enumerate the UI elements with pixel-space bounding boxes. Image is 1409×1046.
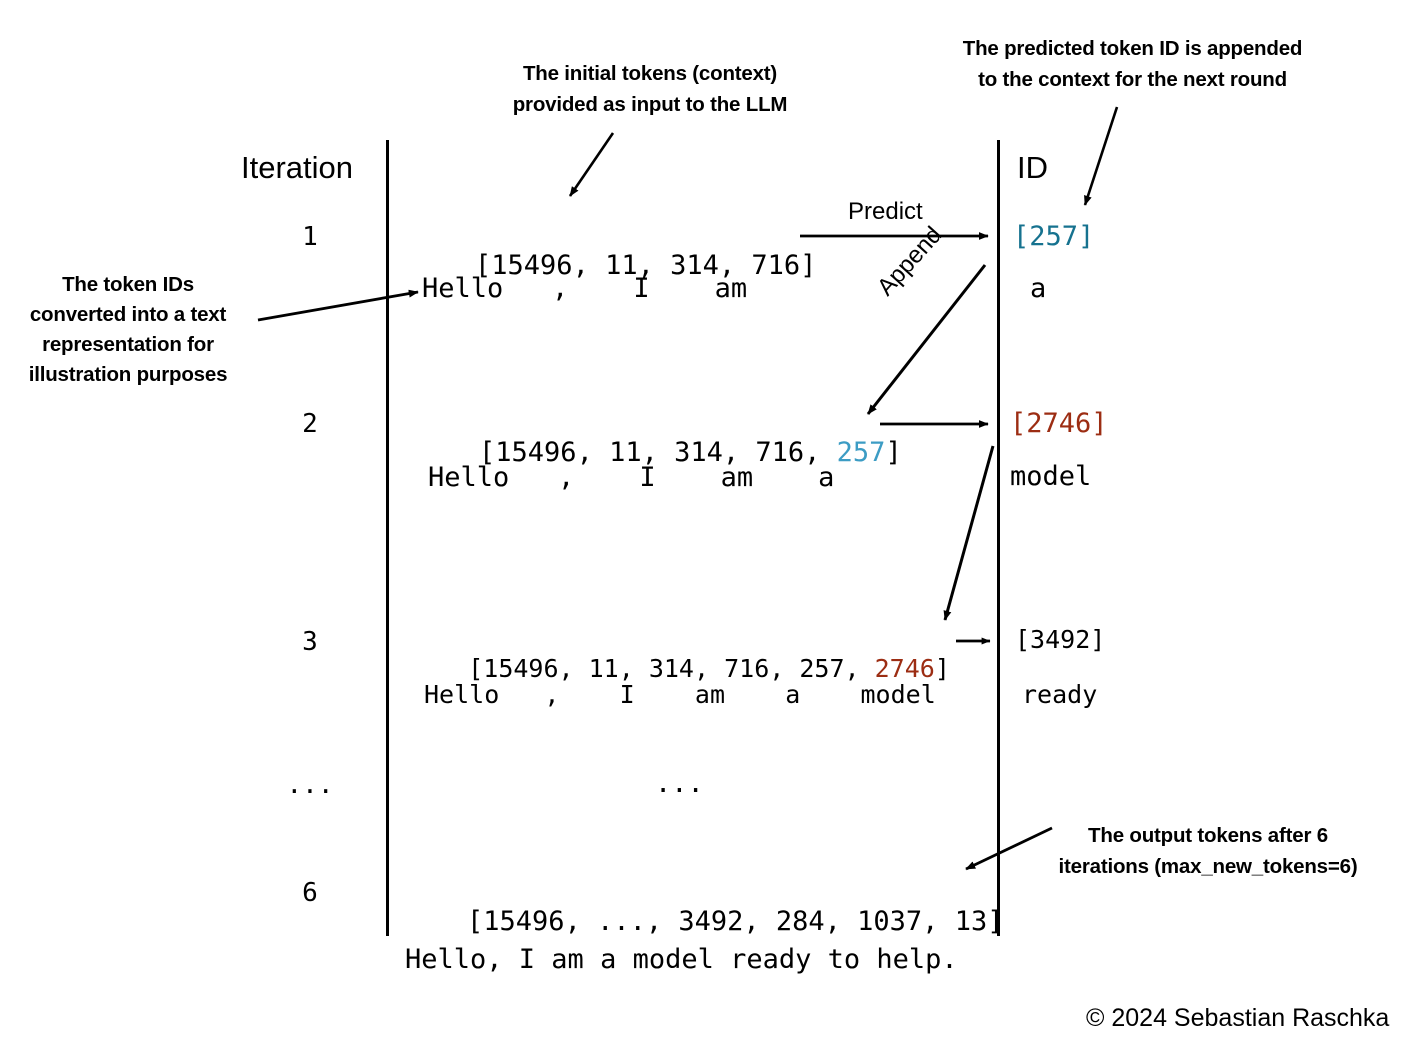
- iteration-number: 3: [302, 627, 318, 657]
- predicted-id-decoded: model: [1010, 461, 1092, 492]
- leader-initial-tokens: [568, 132, 615, 197]
- column-header-id: ID: [1017, 150, 1048, 185]
- context-segment-new-token: 257: [836, 437, 886, 468]
- decoded-text-row: Hello , I am: [422, 273, 748, 304]
- predict-arrow-label: Predict: [848, 198, 923, 225]
- final-output-text: Hello, I am a model ready to help.: [405, 944, 958, 975]
- context-segment: [15496, ..., 3492, 284, 1037, 13]: [467, 906, 1004, 937]
- iteration-number: 6: [302, 878, 318, 908]
- annotation-token-ids-text: The token IDs converted into a text repr…: [28, 273, 228, 386]
- iteration-column-divider: [386, 140, 389, 936]
- annotation-initial-tokens: The initial tokens (context) provided as…: [512, 62, 788, 116]
- predicted-id: [3492]: [1015, 625, 1106, 654]
- append-arrow-label: Append: [872, 221, 948, 302]
- leader-token-ids-text: [257, 289, 419, 322]
- predicted-id-decoded: a: [1030, 273, 1047, 304]
- context-tokens-ellipsis: ...: [655, 768, 704, 799]
- context-segment: ]: [885, 437, 902, 468]
- predicted-id-decoded: ready: [1022, 680, 1098, 709]
- context-segment-new-token: 2746: [874, 654, 935, 683]
- copyright-notice: © 2024 Sebastian Raschka: [1086, 1004, 1390, 1032]
- iteration-number-ellipsis: ...: [286, 770, 334, 800]
- decoded-text-row: Hello , I am a model: [424, 680, 936, 709]
- predicted-id: [257]: [1013, 221, 1095, 252]
- decoded-text-row: Hello , I am a: [428, 462, 835, 493]
- annotation-output-tokens: The output tokens after 6 iterations (ma…: [1058, 824, 1358, 878]
- column-header-iteration: Iteration: [241, 150, 354, 185]
- append-arrow-row2: [943, 445, 995, 621]
- annotation-predicted-token-appended: The predicted token ID is appended to th…: [962, 37, 1303, 91]
- iteration-number: 1: [302, 222, 318, 252]
- leader-predicted-token: [1083, 106, 1119, 206]
- predicted-id: [2746]: [1010, 408, 1108, 439]
- iteration-number: 2: [302, 409, 318, 439]
- context-segment: ]: [934, 654, 950, 683]
- context-segment: [15496, 11, 314, 716, 257,: [468, 654, 875, 683]
- id-column-divider: [997, 140, 1000, 936]
- figure-canvas: Iteration ID The initial tokens (context…: [0, 0, 1409, 1046]
